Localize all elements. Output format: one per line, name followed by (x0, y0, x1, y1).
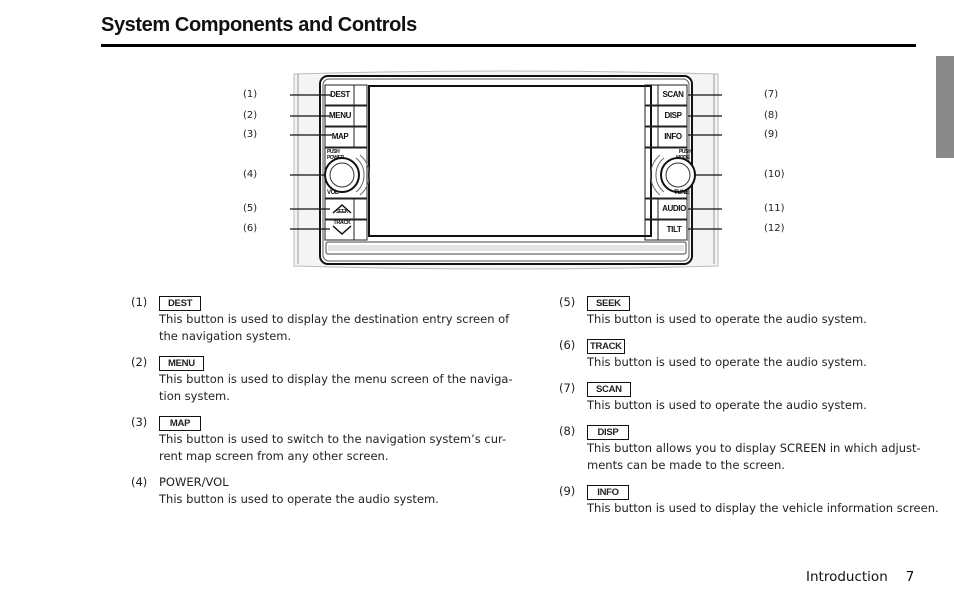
item-number: (7) (559, 381, 576, 395)
page-title: System Components and Controls (101, 14, 417, 36)
item-number: (3) (131, 415, 148, 429)
left-knob-power-label: POWER (327, 155, 344, 161)
device-map-button[interactable]: MAP (326, 132, 354, 141)
item-number: (6) (559, 338, 576, 352)
dest-keycap: DEST (159, 296, 202, 311)
item-dest: (1) DEST This button is used to display … (131, 294, 509, 346)
right-knob-mode-label: MODE (676, 155, 690, 161)
device-audio-button[interactable]: AUDIO (659, 204, 689, 213)
callout-9: (9) (764, 129, 779, 140)
item-number: (4) (131, 475, 148, 489)
item-info: (9) INFO This button is used to display … (559, 483, 939, 519)
power-vol-label: POWER/VOL (159, 475, 229, 489)
head-unit-diagram: DEST MENU MAP PUSH POWER VOL SEEK TRACK … (290, 70, 722, 270)
item-disp: (8) DISP This button allows you to displ… (559, 423, 929, 475)
device-seek-button[interactable]: SEEK (326, 209, 358, 215)
head-unit-outline (290, 70, 722, 270)
map-keycap: MAP (159, 416, 201, 431)
device-disp-button[interactable]: DISP (659, 111, 687, 120)
item-number: (8) (559, 424, 576, 438)
item-description-line: This button is used to switch to the nav… (159, 432, 507, 446)
callout-5: (5) (243, 203, 258, 214)
item-number: (9) (559, 484, 576, 498)
item-description-line: This button is used to operate the audio… (159, 492, 439, 506)
item-description-line: This button is used to display the desti… (159, 312, 510, 326)
callout-11: (11) (764, 203, 785, 214)
disp-keycap: DISP (587, 425, 629, 440)
callout-10: (10) (764, 169, 785, 180)
item-description-line: This button is used to operate the audio… (587, 355, 867, 369)
right-knob-tune-label: TUNE (674, 190, 689, 196)
callout-7: (7) (764, 89, 779, 100)
info-keycap: INFO (587, 485, 629, 500)
item-scan: (7) SCAN This button is used to operate … (559, 380, 929, 416)
section-tab-marker (936, 56, 954, 158)
device-track-button[interactable]: TRACK (326, 220, 358, 226)
item-track: (6) TRACK This button is used to operate… (559, 337, 929, 373)
item-number: (1) (131, 295, 148, 309)
device-dest-button[interactable]: DEST (326, 90, 354, 99)
item-description-line: This button is used to display the menu … (159, 372, 513, 386)
track-keycap: TRACK (587, 339, 625, 354)
item-description-line: ments can be made to the screen. (587, 458, 785, 472)
callout-4: (4) (243, 169, 258, 180)
item-power-vol: (4) POWER/VOL This button is used to ope… (131, 474, 501, 510)
item-description-line: This button allows you to display SCREEN… (587, 441, 921, 455)
item-description-line: This button is used to display the vehic… (587, 501, 939, 515)
item-description-line: rent map screen from any other screen. (159, 449, 389, 463)
footer-section: Introduction (806, 569, 888, 585)
item-seek: (5) SEEK This button is used to operate … (559, 294, 929, 330)
device-menu-button[interactable]: MENU (326, 111, 354, 120)
device-tilt-button[interactable]: TILT (659, 225, 689, 234)
callout-6: (6) (243, 223, 258, 234)
device-info-button[interactable]: INFO (659, 132, 687, 141)
item-number: (2) (131, 355, 148, 369)
callout-2: (2) (243, 110, 258, 121)
item-number: (5) (559, 295, 576, 309)
item-menu: (2) MENU This button is used to display … (131, 354, 513, 406)
callout-8: (8) (764, 110, 779, 121)
callout-1: (1) (243, 89, 258, 100)
page-number: 7 (905, 569, 915, 585)
item-description-line: This button is used to operate the audio… (587, 398, 867, 412)
callout-3: (3) (243, 129, 258, 140)
item-map: (3) MAP This button is used to switch to… (131, 414, 506, 466)
scan-keycap: SCAN (587, 382, 631, 397)
device-scan-button[interactable]: SCAN (659, 90, 687, 99)
seek-keycap: SEEK (587, 296, 630, 311)
item-description-line: This button is used to operate the audio… (587, 312, 867, 326)
page-footer: Introduction 7 (806, 569, 914, 585)
left-knob-vol-label: VOL (327, 190, 339, 196)
item-description-line: tion system. (159, 389, 230, 403)
item-description-line: the navigation system. (159, 329, 292, 343)
callout-12: (12) (764, 223, 785, 234)
menu-keycap: MENU (159, 356, 204, 371)
title-rule (101, 44, 916, 47)
